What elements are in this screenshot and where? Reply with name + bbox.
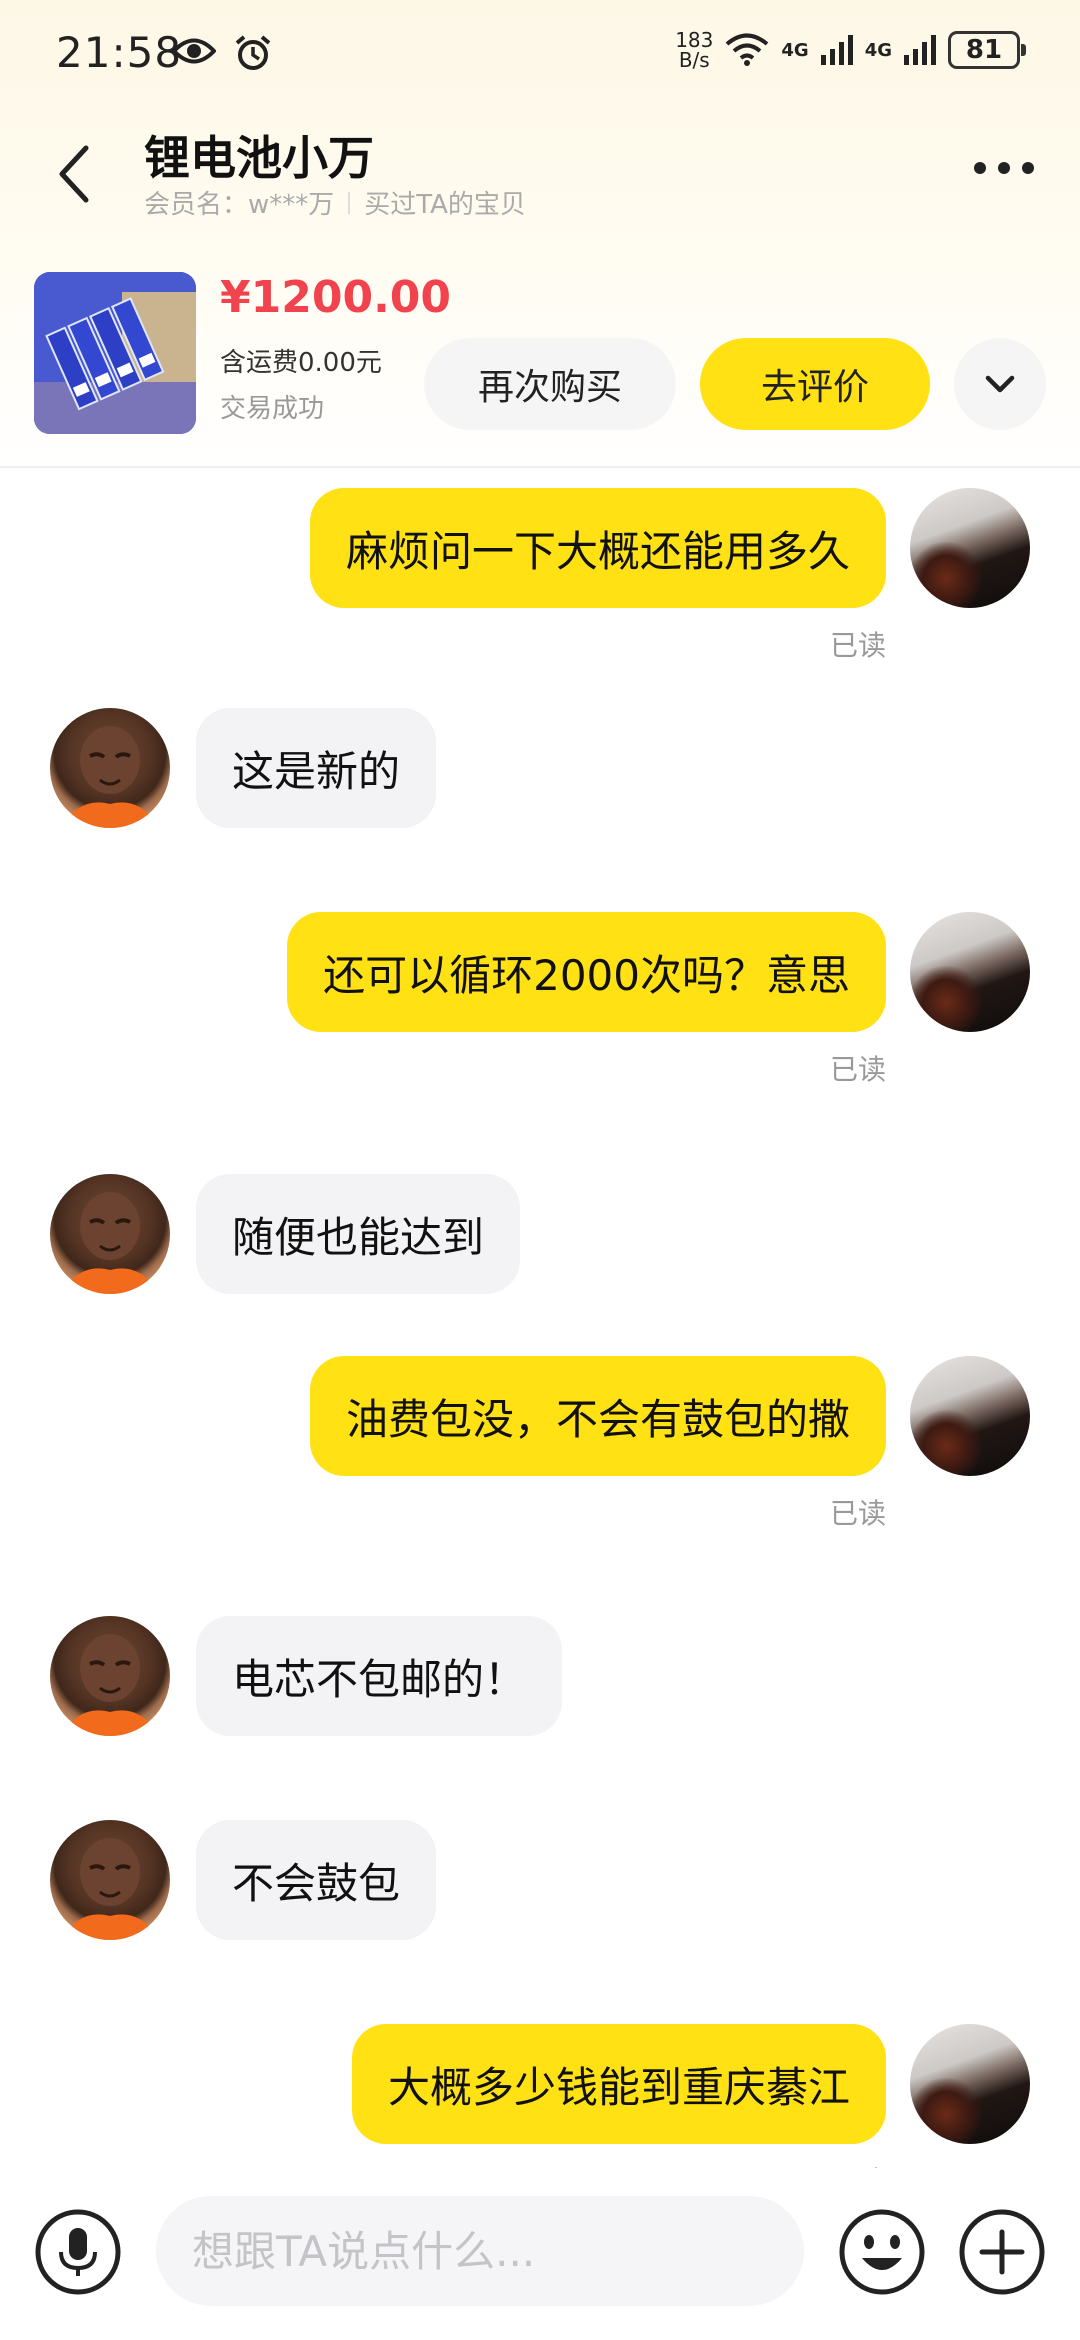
status-time: 21:58 xyxy=(56,28,183,77)
status-right-icons: 183 B/s 4G 4G 81 xyxy=(675,30,1026,70)
member-name: w***万 xyxy=(248,190,335,220)
contact-avatar[interactable] xyxy=(50,1616,170,1736)
read-status: 已读 xyxy=(829,629,886,662)
battery-pack-image xyxy=(34,272,196,434)
network-type-2: 4G xyxy=(864,39,892,61)
eye-icon xyxy=(172,38,216,64)
net-speed-value: 183 xyxy=(675,28,714,52)
status-left-icons xyxy=(172,34,272,72)
my-avatar[interactable] xyxy=(910,488,1030,608)
member-label: 会员名： xyxy=(144,190,249,220)
read-status: 已读 xyxy=(830,2160,886,2168)
voice-button[interactable] xyxy=(34,2208,122,2296)
emoji-button[interactable] xyxy=(838,2208,926,2296)
message-bubble[interactable]: 随便也能达到 xyxy=(196,1174,521,1294)
message-bubble[interactable]: 还可以循环2000次吗？意思 xyxy=(287,912,886,1032)
avatar-face xyxy=(60,1838,160,1940)
wifi-icon xyxy=(726,33,769,66)
battery-level: 81 xyxy=(965,35,1003,65)
more-dot xyxy=(998,162,1010,174)
message-text: 麻烦问一下大概还能用多久 xyxy=(345,526,850,576)
more-actions-button[interactable] xyxy=(958,2208,1046,2296)
message-bubble[interactable]: 大概多少钱能到重庆綦江 xyxy=(351,2024,886,2144)
signal-icon xyxy=(904,35,936,65)
message-incoming: 电芯不包邮的！ xyxy=(0,1616,1080,1756)
signal-icon xyxy=(820,35,853,65)
message-bubble[interactable]: 油费包没，不会有鼓包的撒 xyxy=(309,1356,886,1476)
trade-status: 交易成功 xyxy=(220,394,325,424)
avatar-face xyxy=(60,1192,160,1294)
message-outgoing: 麻烦问一下大概还能用多久 已读 xyxy=(0,468,1080,668)
expand-button[interactable] xyxy=(954,338,1046,430)
status-bar: 21:58 183 B/s 4G 4G 81 xyxy=(0,0,1080,104)
contact-name: 锂电池小万 xyxy=(144,131,374,185)
battery-icon: 81 xyxy=(948,31,1026,69)
message-incoming: 不会鼓包 xyxy=(0,1820,1080,1960)
product-card[interactable]: ¥1200.00 含运费0.00元 交易成功 再次购买 去评价 xyxy=(0,262,1080,452)
message-incoming: 这是新的 xyxy=(0,708,1080,848)
message-text: 还可以循环2000次吗？意思 xyxy=(323,950,850,1000)
message-text: 这是新的 xyxy=(232,746,401,796)
message-bubble[interactable]: 不会鼓包 xyxy=(196,1820,437,1940)
net-speed-unit: B/s xyxy=(678,48,710,72)
back-button[interactable] xyxy=(46,134,106,214)
header-area: 21:58 183 B/s 4G 4G 81 锂电池小万 会员名： w***万 … xyxy=(0,0,1080,468)
message-text: 电芯不包邮的！ xyxy=(232,1654,527,1704)
alarm-clock-icon xyxy=(235,35,271,70)
more-options-button[interactable] xyxy=(974,162,1034,174)
read-status: 已读 xyxy=(829,1497,886,1530)
message-bubble[interactable]: 电芯不包邮的！ xyxy=(196,1616,563,1736)
divider xyxy=(348,191,351,214)
net-speed: 183 B/s xyxy=(675,30,713,70)
message-text: 大概多少钱能到重庆綦江 xyxy=(387,2062,850,2112)
message-incoming: 随便也能达到 xyxy=(0,1174,1080,1314)
rebuy-button[interactable]: 再次购买 xyxy=(424,338,676,430)
contact-avatar[interactable] xyxy=(50,708,170,828)
message-text: 随便也能达到 xyxy=(232,1212,485,1262)
message-text: 油费包没，不会有鼓包的撒 xyxy=(345,1394,850,1444)
message-outgoing: 大概多少钱能到重庆綦江 已读 xyxy=(0,2024,1080,2168)
network-type-1: 4G xyxy=(781,39,809,61)
message-outgoing: 还可以循环2000次吗？意思 已读 xyxy=(0,912,1080,1112)
purchase-note: 买过TA的宝贝 xyxy=(364,190,526,220)
plus-icon xyxy=(959,2209,1045,2295)
my-avatar[interactable] xyxy=(910,2024,1030,2144)
chevron-left-icon xyxy=(59,145,89,203)
microphone-icon xyxy=(35,2209,121,2295)
my-avatar[interactable] xyxy=(910,912,1030,1032)
message-input[interactable] xyxy=(156,2196,804,2306)
more-dot xyxy=(1022,162,1034,174)
contact-avatar[interactable] xyxy=(50,1174,170,1294)
message-bubble[interactable]: 这是新的 xyxy=(196,708,437,828)
contact-subtitle: 会员名： w***万 买过TA的宝贝 xyxy=(144,184,526,221)
product-price: ¥1200.00 xyxy=(220,272,452,323)
shipping-fee: 含运费0.00元 xyxy=(220,348,382,378)
my-avatar[interactable] xyxy=(910,1356,1030,1476)
input-bar xyxy=(0,2168,1080,2340)
message-list[interactable]: 麻烦问一下大概还能用多久 已读 这是新的 还可以循环2000次吗？意思 已读 随… xyxy=(0,468,1080,2168)
message-outgoing: 油费包没，不会有鼓包的撒 已读 xyxy=(0,1356,1080,1556)
emoji-icon xyxy=(839,2209,925,2295)
avatar-face xyxy=(60,726,160,828)
more-dot xyxy=(974,162,986,174)
read-status: 已读 xyxy=(829,1053,886,1086)
message-bubble[interactable]: 麻烦问一下大概还能用多久 xyxy=(309,488,886,608)
message-text: 不会鼓包 xyxy=(232,1858,401,1908)
review-button[interactable]: 去评价 xyxy=(700,338,930,430)
contact-avatar[interactable] xyxy=(50,1820,170,1940)
avatar-face xyxy=(60,1634,160,1736)
chevron-down-icon xyxy=(985,375,1015,393)
product-thumbnail[interactable] xyxy=(34,272,196,434)
chat-header: 锂电池小万 会员名： w***万 买过TA的宝贝 xyxy=(0,104,1080,254)
